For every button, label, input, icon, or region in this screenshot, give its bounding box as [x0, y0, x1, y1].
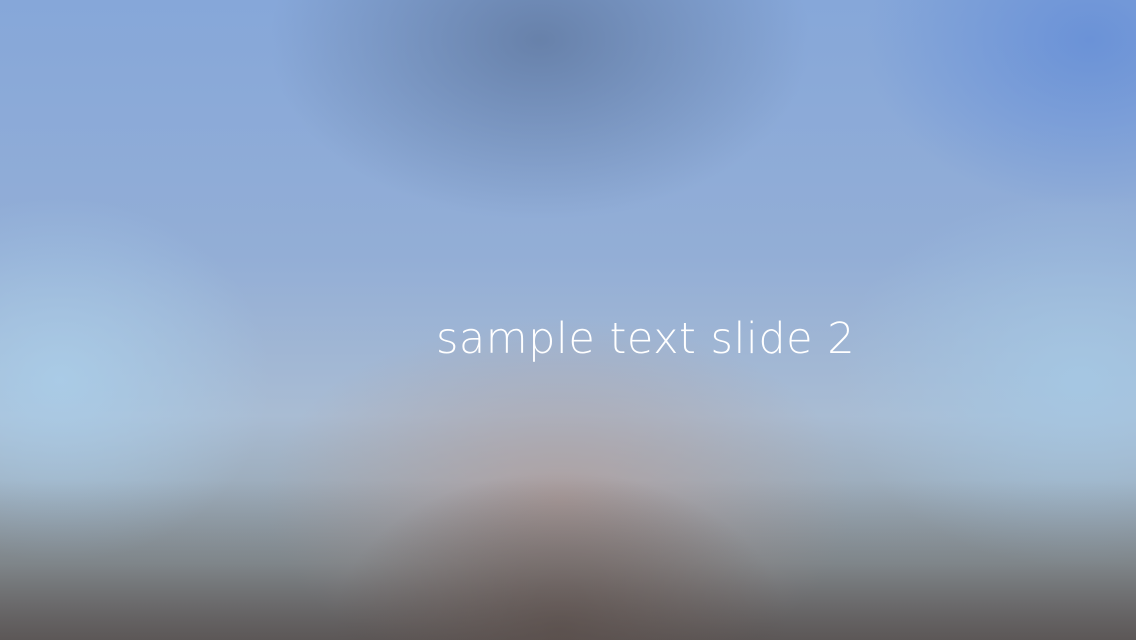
slide-caption: sample text slide 2: [436, 314, 856, 364]
bottom-shade: [0, 480, 1136, 640]
slide-background: sample text slide 2: [0, 0, 1136, 640]
blurred-ground-shape: [330, 470, 790, 640]
